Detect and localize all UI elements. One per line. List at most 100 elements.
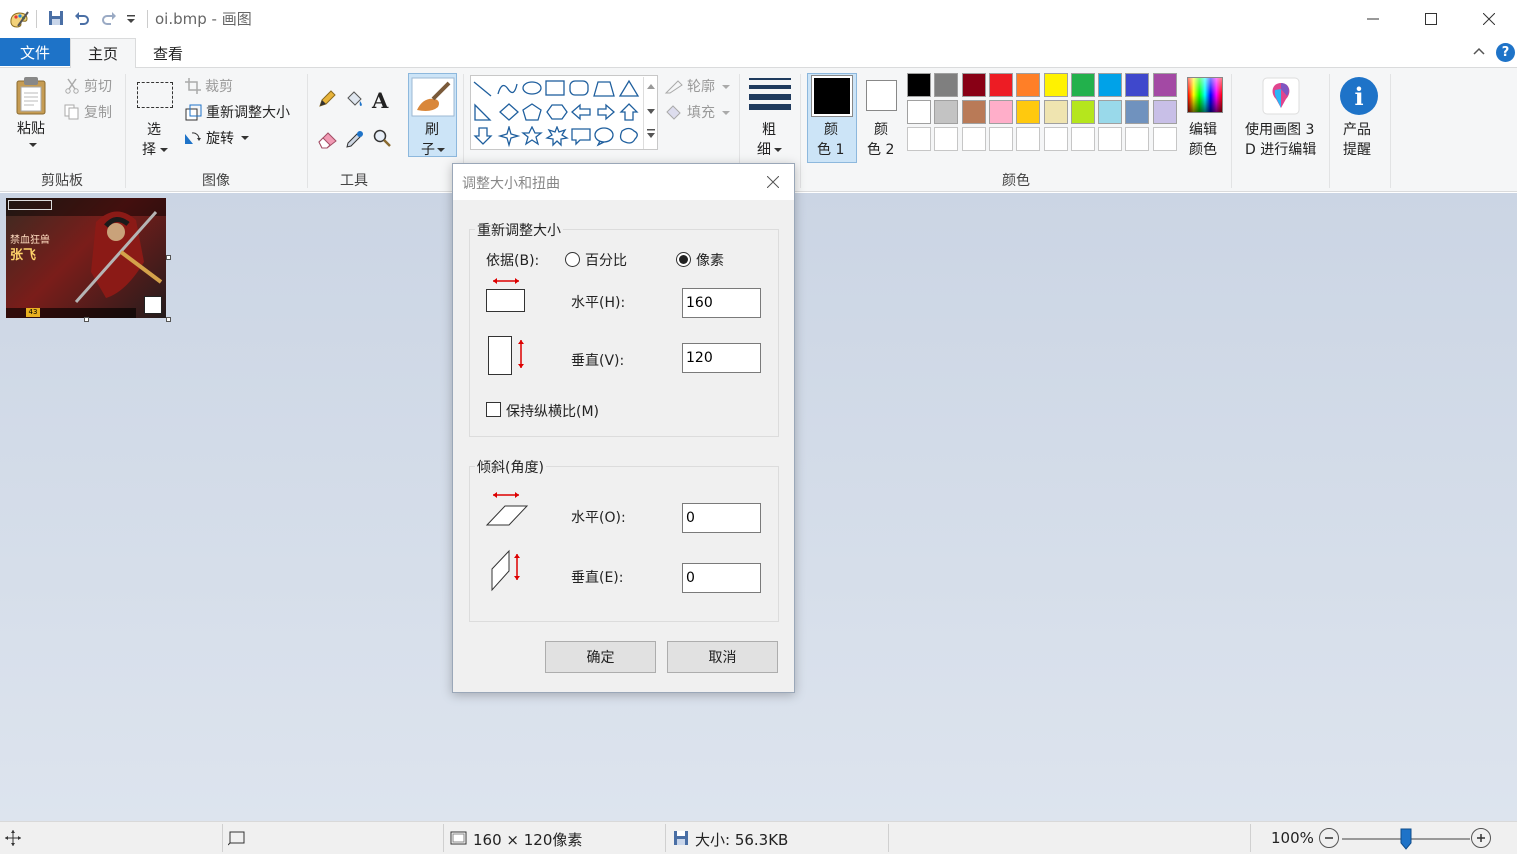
eraser-icon[interactable]: [317, 129, 339, 149]
tab-home[interactable]: 主页: [70, 38, 136, 68]
outline-dropdown-icon[interactable]: [722, 84, 730, 90]
custom-color-slot[interactable]: [1125, 127, 1150, 151]
edit-colors-icon[interactable]: [1187, 77, 1223, 113]
maximize-button[interactable]: [1402, 0, 1460, 37]
resize-handle-corner[interactable]: [166, 317, 171, 322]
crop-button[interactable]: 裁剪: [205, 77, 233, 97]
edit-colors-label-2[interactable]: 颜色: [1189, 140, 1217, 160]
palette-swatch[interactable]: [1070, 73, 1095, 97]
custom-color-slot[interactable]: [1098, 127, 1123, 151]
line-size-icon[interactable]: [749, 78, 791, 110]
ok-button[interactable]: 确定: [545, 641, 656, 673]
fill-dropdown-icon[interactable]: [722, 110, 730, 116]
select-label-1[interactable]: 选: [147, 120, 161, 140]
info-icon[interactable]: i: [1340, 77, 1378, 115]
palette-swatch[interactable]: [1125, 100, 1150, 124]
select-icon[interactable]: [137, 82, 173, 108]
palette-swatch[interactable]: [961, 100, 986, 124]
color-picker-icon[interactable]: [345, 129, 365, 149]
tab-file[interactable]: 文件: [0, 38, 70, 66]
palette-swatch[interactable]: [1016, 73, 1041, 97]
cut-button[interactable]: 剪切: [84, 77, 112, 97]
pixels-label[interactable]: 像素: [696, 250, 724, 270]
custom-color-slot[interactable]: [1016, 127, 1041, 151]
redo-icon[interactable]: [99, 8, 121, 30]
pencil-icon[interactable]: [317, 89, 337, 109]
dialog-close-button[interactable]: [759, 169, 787, 195]
resize-button[interactable]: 重新调整大小: [206, 103, 290, 123]
keep-ratio-label[interactable]: 保持纵横比(M): [506, 401, 599, 421]
shapes-scroll[interactable]: [643, 77, 657, 149]
text-tool-icon[interactable]: A: [372, 88, 388, 113]
color2-swatch[interactable]: [866, 80, 897, 111]
palette-swatch[interactable]: [988, 73, 1013, 97]
palette-swatch[interactable]: [934, 73, 959, 97]
help-icon[interactable]: ?: [1496, 43, 1515, 62]
size-label-2[interactable]: 细: [757, 140, 771, 160]
undo-icon[interactable]: [72, 8, 94, 30]
customize-qat-icon[interactable]: [124, 8, 146, 30]
product-alert-label-1[interactable]: 产品: [1343, 120, 1371, 140]
minimize-button[interactable]: [1344, 0, 1402, 37]
zoom-in-button[interactable]: [1471, 828, 1491, 848]
palette-swatch[interactable]: [1016, 100, 1041, 124]
close-button[interactable]: [1460, 0, 1517, 37]
paste-dropdown-icon[interactable]: [29, 142, 37, 148]
palette-swatch[interactable]: [961, 73, 986, 97]
zoom-slider-thumb[interactable]: [1400, 828, 1412, 850]
copy-button[interactable]: 复制: [84, 103, 112, 123]
paint3d-icon[interactable]: [1262, 77, 1300, 115]
custom-color-slot[interactable]: [907, 127, 931, 151]
palette-swatch[interactable]: [1152, 100, 1177, 124]
keep-ratio-checkbox[interactable]: [486, 402, 501, 417]
color2-label-2[interactable]: 色 2: [867, 140, 894, 160]
palette-swatch[interactable]: [1152, 73, 1177, 97]
cancel-button[interactable]: 取消: [667, 641, 778, 673]
palette-swatch[interactable]: [988, 100, 1013, 124]
palette-swatch[interactable]: [1098, 100, 1123, 124]
resize-handle-bottom[interactable]: [84, 317, 89, 322]
palette-swatch[interactable]: [1043, 73, 1068, 97]
palette-swatch[interactable]: [1098, 73, 1123, 97]
custom-color-slot[interactable]: [1152, 127, 1177, 151]
color2-label-1[interactable]: 颜: [874, 120, 888, 140]
skew-vertical-input[interactable]: [682, 563, 761, 593]
vertical-input[interactable]: [682, 343, 761, 373]
fill-button[interactable]: 填充: [687, 103, 715, 123]
custom-color-slot[interactable]: [961, 127, 986, 151]
rotate-dropdown-icon[interactable]: [241, 135, 249, 141]
edit-colors-label-1[interactable]: 编辑: [1189, 120, 1217, 140]
percent-label[interactable]: 百分比: [585, 250, 627, 270]
tab-view[interactable]: 查看: [136, 38, 200, 68]
brushes-dropdown-icon[interactable]: [437, 147, 445, 153]
custom-color-slot[interactable]: [988, 127, 1013, 151]
palette-swatch[interactable]: [1125, 73, 1150, 97]
rotate-button[interactable]: 旋转: [206, 129, 234, 149]
select-label-2[interactable]: 择: [142, 140, 156, 160]
custom-color-slot[interactable]: [1043, 127, 1068, 151]
outline-button[interactable]: 轮廓: [687, 77, 715, 97]
palette-swatch[interactable]: [1070, 100, 1095, 124]
paint-app-icon[interactable]: [8, 8, 30, 30]
paste-icon[interactable]: [14, 76, 50, 116]
pixels-radio[interactable]: [676, 252, 691, 267]
paste-label[interactable]: 粘贴: [17, 119, 45, 139]
canvas-image[interactable]: 禁血狂兽 张飞 43: [6, 198, 166, 318]
custom-color-slot[interactable]: [1070, 127, 1095, 151]
horizontal-input[interactable]: [682, 288, 761, 318]
palette-swatch[interactable]: [907, 100, 931, 124]
paint3d-label-1[interactable]: 使用画图 3: [1245, 120, 1314, 140]
zoom-out-button[interactable]: [1319, 828, 1339, 848]
custom-color-slot[interactable]: [934, 127, 959, 151]
fill-bucket-icon[interactable]: [344, 89, 364, 109]
collapse-ribbon-icon[interactable]: [1472, 44, 1486, 58]
size-label-1[interactable]: 粗: [762, 120, 776, 140]
product-alert-label-2[interactable]: 提醒: [1343, 140, 1371, 160]
select-dropdown-icon[interactable]: [160, 147, 168, 153]
skew-horizontal-input[interactable]: [682, 503, 761, 533]
save-icon[interactable]: [46, 8, 68, 30]
palette-swatch[interactable]: [907, 73, 931, 97]
paint3d-label-2[interactable]: D 进行编辑: [1245, 140, 1316, 160]
percent-radio[interactable]: [565, 252, 580, 267]
palette-swatch[interactable]: [934, 100, 959, 124]
